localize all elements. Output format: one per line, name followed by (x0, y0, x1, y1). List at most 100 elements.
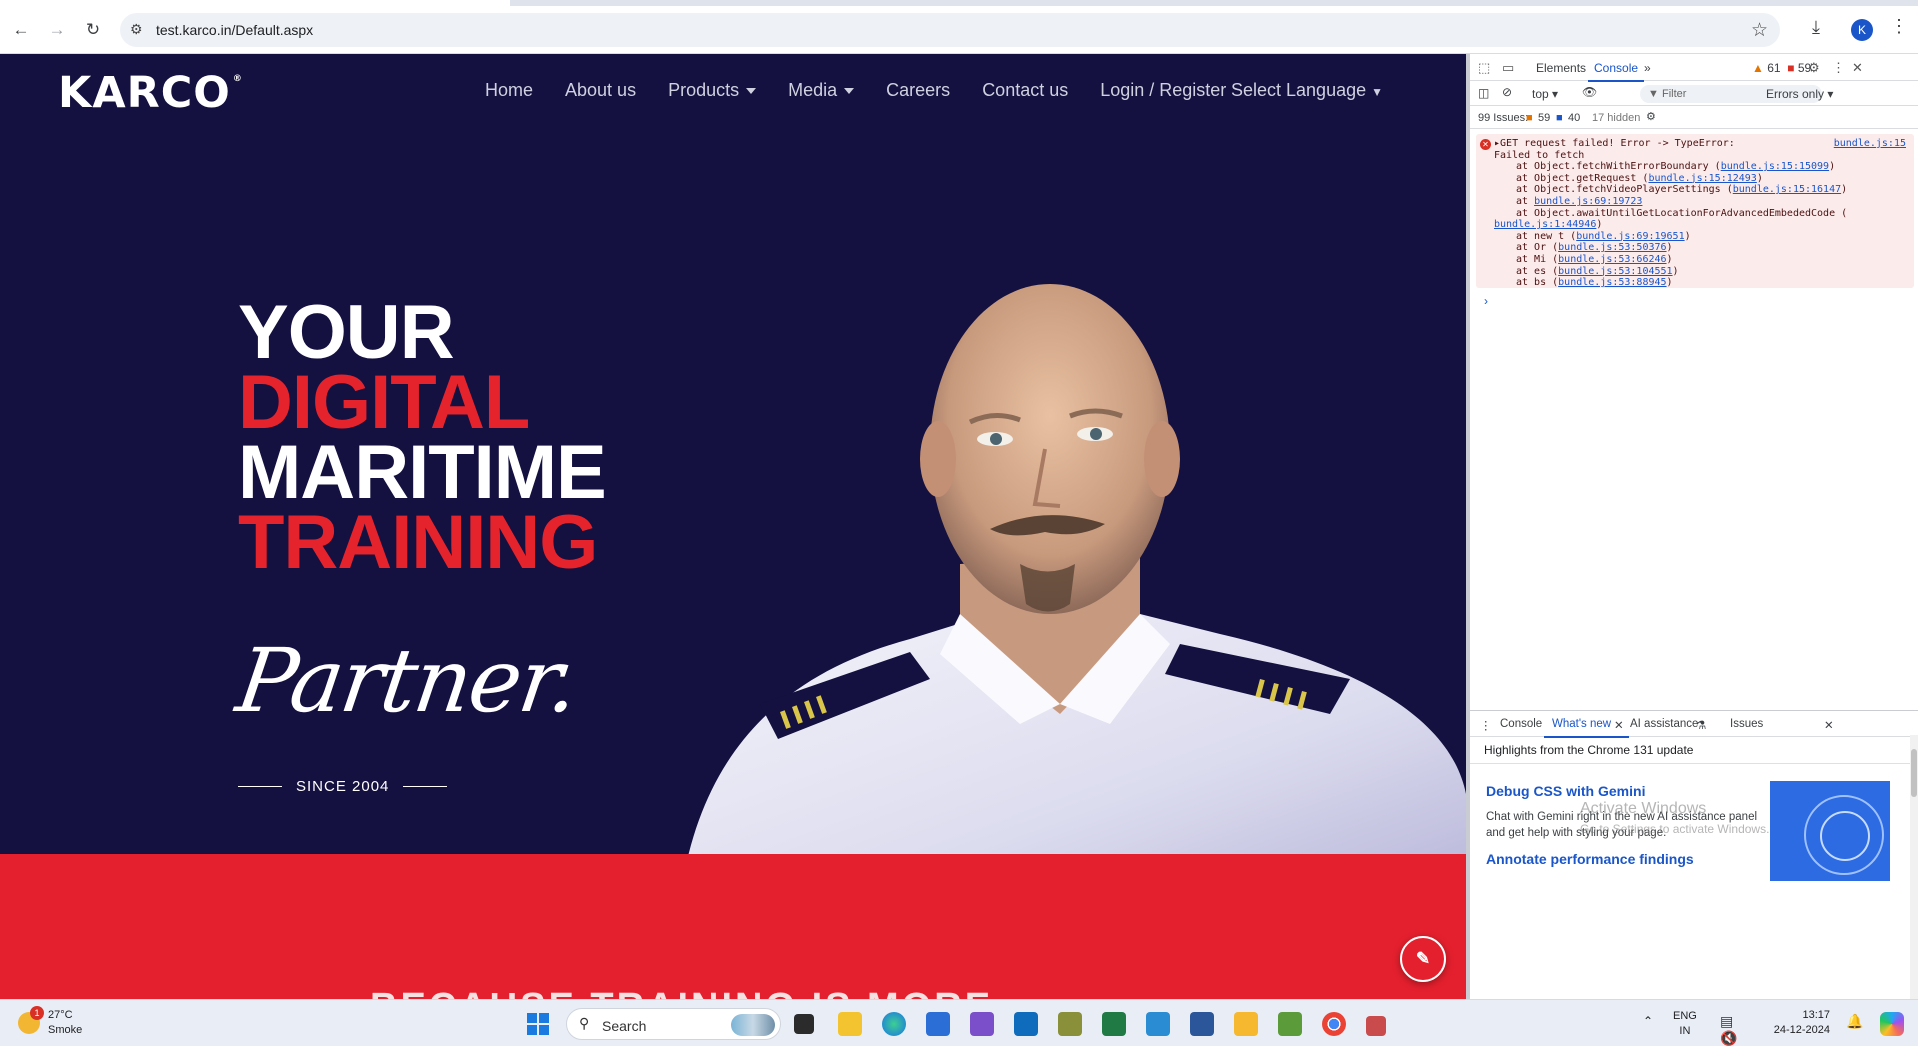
hero-heading: YOUR DIGITAL MARITIME TRAINING (238, 295, 607, 581)
stack-frame-link[interactable]: bundle.js:15:12493 (1648, 173, 1756, 184)
stack-frame-link[interactable]: bundle.js:53:88945 (1558, 277, 1666, 288)
network-volume-icons[interactable]: ▤🔇 (1720, 1013, 1743, 1047)
nav-media[interactable]: Media (788, 80, 854, 101)
close-tab-icon[interactable]: ✕ (1614, 718, 1624, 732)
pdf-float-button[interactable]: ✎ (1400, 936, 1446, 982)
error-source-link[interactable]: bundle.js:15 (1834, 138, 1906, 150)
excel-icon[interactable] (1102, 1012, 1126, 1036)
stack-frame-link[interactable]: bundle.js:69:19723 (1534, 196, 1642, 207)
stack-frame-link[interactable]: bundle.js:69:19651 (1576, 231, 1684, 242)
stack-frame-tail: ) (1841, 184, 1848, 196)
back-icon[interactable]: ← (8, 17, 34, 43)
url-text[interactable]: test.karco.in/Default.aspx (156, 22, 313, 38)
drawer-menu-icon[interactable]: ⋮ (1480, 718, 1492, 732)
drawer-scrollbar[interactable] (1910, 735, 1918, 1000)
address-bar[interactable]: ⚙ test.karco.in/Default.aspx ☆ (120, 13, 1780, 47)
drawer-tab-console[interactable]: Console (1500, 718, 1542, 730)
error-x-icon: ✕ (1480, 139, 1491, 150)
file-explorer-icon[interactable] (838, 1012, 862, 1036)
close-icon[interactable]: ✕ (1852, 60, 1863, 76)
drawer-close-icon[interactable]: ✕ (1824, 718, 1834, 732)
stack-frame-link[interactable]: bundle.js:1:44946 (1494, 219, 1596, 230)
scrollbar-thumb[interactable] (1911, 749, 1917, 797)
stack-frame-link[interactable]: bundle.js:53:50376 (1558, 242, 1666, 253)
taskbar-search[interactable]: ⚲ Search (566, 1008, 781, 1040)
input-language[interactable]: ENG IN (1673, 1009, 1697, 1039)
stack-frame-text: at Object.fetchWithErrorBoundary ( (1516, 161, 1721, 173)
stack-frame-link[interactable]: bundle.js:15:16147 (1733, 184, 1841, 195)
whats-new-item-heading[interactable]: Debug CSS with Gemini (1486, 783, 1645, 799)
paint-icon[interactable] (1146, 1012, 1170, 1036)
tab-console[interactable]: Console (1587, 61, 1645, 82)
reload-icon[interactable]: ↻ (80, 17, 106, 43)
devtools-menu-icon[interactable]: ⋮ (1832, 60, 1845, 76)
clear-console-icon[interactable]: ⊘ (1502, 85, 1512, 99)
red-banner: BECAUSE TRAINING IS MORE (0, 854, 1466, 999)
context-select[interactable]: top ▾ (1532, 87, 1558, 101)
nav-home[interactable]: Home (485, 80, 533, 101)
nav-careers[interactable]: Careers (886, 80, 950, 101)
store-icon[interactable] (926, 1012, 950, 1036)
forward-icon[interactable]: → (44, 17, 70, 43)
start-button[interactable] (527, 1013, 549, 1035)
watermark-line1: Activate Windows (1580, 800, 1707, 817)
profile-avatar[interactable]: K (1851, 19, 1873, 41)
settings-gear-icon[interactable]: ⚙ (1808, 60, 1820, 76)
language-select[interactable]: Select Language ▼ (1231, 80, 1383, 101)
issues-label[interactable]: 99 Issues: (1478, 112, 1528, 124)
weather-widget[interactable]: 1 27°C Smoke (18, 1006, 82, 1038)
console-error-entry[interactable]: ✕ ▸GET request failed! Error -> TypeErro… (1476, 134, 1914, 288)
whats-new-item-heading-2[interactable]: Annotate performance findings (1486, 851, 1694, 867)
download-icon[interactable]: ⤓ (1812, 17, 1820, 38)
edge-icon[interactable] (882, 1012, 906, 1036)
console-prompt[interactable]: › (1484, 294, 1488, 308)
drawer-tab-issues[interactable]: Issues (1730, 718, 1763, 730)
nav-contact-us[interactable]: Contact us (982, 80, 1068, 101)
stack-frame-link[interactable]: bundle.js:53:104551 (1558, 266, 1672, 277)
tool-app-icon[interactable] (1058, 1012, 1082, 1036)
console-settings-icon[interactable]: ⚙ (1646, 110, 1656, 123)
issue-counter[interactable]: ▲ 61 ■ 59 (1752, 61, 1811, 75)
browser-menu-icon[interactable]: ⋮ (1890, 16, 1908, 37)
drawer-tab-ai-assistance[interactable]: AI assistance (1630, 718, 1698, 730)
notification-bell-icon[interactable]: 🔔 (1846, 1013, 1863, 1030)
active-tab[interactable] (0, 0, 510, 6)
log-level-select[interactable]: Errors only ▾ (1766, 87, 1833, 101)
drawer-tab-whats-new[interactable]: What's new (1543, 718, 1630, 738)
nav-login-register[interactable]: Login / Register (1100, 80, 1226, 101)
context-label: top (1532, 87, 1549, 101)
device-toggle-icon[interactable]: ▭ (1502, 60, 1514, 76)
weather-badge: 1 (30, 1006, 44, 1020)
nav-products[interactable]: Products (668, 80, 756, 101)
stack-frame-link[interactable]: bundle.js:53:66246 (1558, 254, 1666, 265)
logo-text: KARCO (58, 68, 231, 118)
outlook-icon[interactable] (1014, 1012, 1038, 1036)
visual-studio-icon[interactable] (970, 1012, 994, 1036)
remote-desktop-icon[interactable] (1366, 1016, 1386, 1036)
karco-logo[interactable]: KARCO ® (58, 68, 243, 118)
notepad-icon[interactable] (1278, 1012, 1302, 1036)
whats-new-title: Highlights from the Chrome 131 update (1484, 743, 1694, 757)
task-view-icon[interactable] (794, 1014, 814, 1034)
clock[interactable]: 13:17 24-12-2024 (1772, 1008, 1830, 1038)
chevron-down-icon: ▼ (1371, 85, 1384, 99)
bookmark-star-icon[interactable]: ☆ (1751, 19, 1768, 42)
snip-tool-icon[interactable] (1234, 1012, 1258, 1036)
stack-frame-link[interactable]: bundle.js:15:15099 (1721, 161, 1829, 172)
hero-script-partner: Partner. (230, 629, 584, 732)
more-tabs-icon[interactable]: » (1644, 61, 1651, 75)
word-icon[interactable] (1190, 1012, 1214, 1036)
console-toolbar: ◫ ⊘ top ▾ 👁 ▼ Filter Errors only ▾ (1470, 82, 1918, 106)
copilot-icon[interactable] (1880, 1012, 1904, 1036)
issues-error-count[interactable]: 59 (1538, 112, 1550, 124)
chevron-up-icon[interactable]: ⌃ (1643, 1014, 1653, 1028)
clock-date: 24-12-2024 (1773, 1024, 1830, 1036)
inspect-icon[interactable]: ⬚ (1478, 60, 1490, 76)
sidebar-toggle-icon[interactable]: ◫ (1478, 86, 1489, 100)
tab-elements[interactable]: Elements (1536, 61, 1586, 75)
chrome-icon[interactable] (1322, 1012, 1346, 1036)
issues-info-count[interactable]: 40 (1568, 112, 1580, 124)
live-expression-eye-icon[interactable]: 👁 (1582, 85, 1597, 99)
nav-about-us[interactable]: About us (565, 80, 636, 101)
site-info-icon[interactable]: ⚙ (130, 21, 148, 39)
